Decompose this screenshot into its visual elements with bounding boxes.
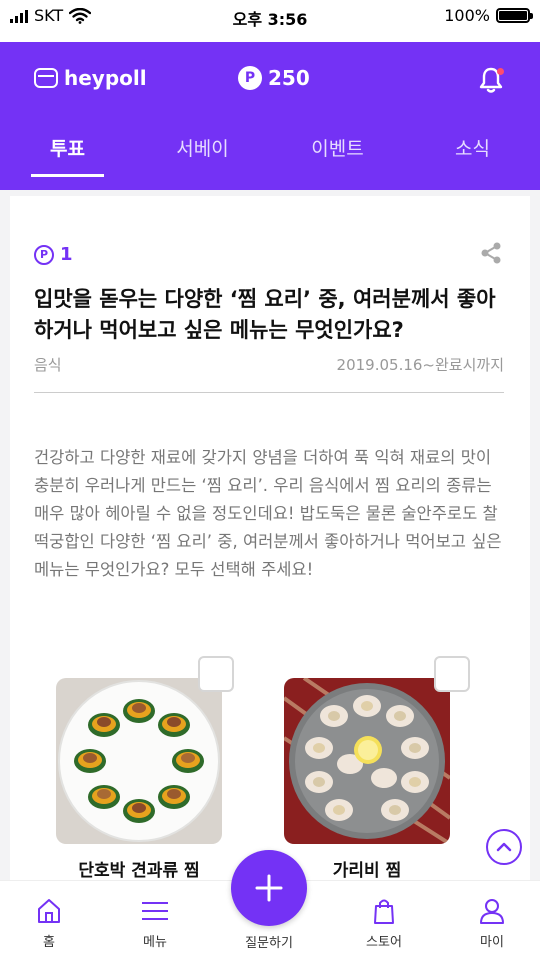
menu-icon (142, 902, 168, 920)
tab-survey[interactable]: 서베이 (135, 130, 270, 190)
nav-store-label: 스토어 (366, 935, 402, 950)
share-button[interactable] (480, 242, 502, 264)
nav-ask-label: 질문하기 (245, 936, 293, 951)
battery-label: 100% (444, 6, 490, 25)
nav-menu[interactable]: 메뉴 (115, 897, 195, 950)
logo-icon (34, 68, 58, 88)
status-right: 100% (444, 6, 533, 25)
shopping-bag-icon (374, 899, 394, 924)
plus-icon (255, 874, 283, 902)
nav-home-label: 홈 (43, 935, 55, 950)
reward-value: 1 (60, 244, 73, 265)
points-balance[interactable]: P 250 (238, 66, 310, 90)
poll-title: 입맛을 돋우는 다양한 ‘찜 요리’ 중, 여러분께서 좋아하거나 먹어보고 싶… (34, 287, 496, 342)
tab-event[interactable]: 이벤트 (270, 130, 405, 190)
app-header: heypoll P 250 투표 서베이 이벤트 소식 (0, 42, 540, 190)
point-coin-icon: P (34, 244, 54, 265)
option-label: 단호박 견과류 찜 (78, 861, 200, 881)
nav-my-label: 마이 (480, 935, 504, 950)
content-area: P 1 입맛을 돋우는 다양한 ‘찜 요리’ 중, 여러분께서 좋아하거나 먹어… (0, 190, 540, 896)
option-label: 가리비 찜 (332, 861, 402, 881)
poll-description: 건강하고 다양한 재료에 갖가지 양념을 더하여 푹 익혀 재료의 맛이 충분히… (34, 448, 502, 579)
user-icon (480, 899, 504, 924)
scroll-top-button[interactable] (486, 829, 522, 865)
divider (34, 392, 504, 393)
poll-period: 2019.05.16~완료시까지 (336, 356, 504, 374)
point-coin-icon: P (238, 66, 262, 90)
logo-text: heypoll (64, 66, 147, 90)
home-icon (38, 899, 60, 923)
pumpkin-dish-image[interactable] (56, 678, 222, 844)
nav-store[interactable]: 스토어 (344, 897, 424, 950)
battery-icon (496, 8, 533, 23)
poll-card: P 1 입맛을 돋우는 다양한 ‘찜 요리’ 중, 여러분께서 좋아하거나 먹어… (10, 196, 530, 896)
poll-reward: P 1 (34, 244, 73, 265)
scallop-dish-image[interactable] (284, 678, 450, 844)
chevron-up-icon (496, 842, 512, 852)
tab-news[interactable]: 소식 (405, 130, 540, 190)
poll-category: 음식 (34, 356, 62, 374)
nav-my[interactable]: 마이 (452, 897, 532, 950)
ask-question-button[interactable] (231, 850, 307, 926)
app-logo[interactable]: heypoll (34, 66, 147, 90)
nav-home[interactable]: 홈 (9, 897, 89, 950)
share-icon (481, 242, 501, 264)
option-checkbox[interactable] (434, 656, 470, 692)
points-value: 250 (268, 66, 310, 90)
status-bar: SKT 오후 3:56 100% (0, 0, 540, 42)
tab-vote[interactable]: 투표 (0, 130, 135, 190)
nav-menu-label: 메뉴 (143, 935, 167, 950)
option-checkbox[interactable] (198, 656, 234, 692)
main-tabs: 투표 서베이 이벤트 소식 (0, 130, 540, 190)
notification-dot (497, 68, 504, 75)
notification-button[interactable] (478, 66, 504, 94)
